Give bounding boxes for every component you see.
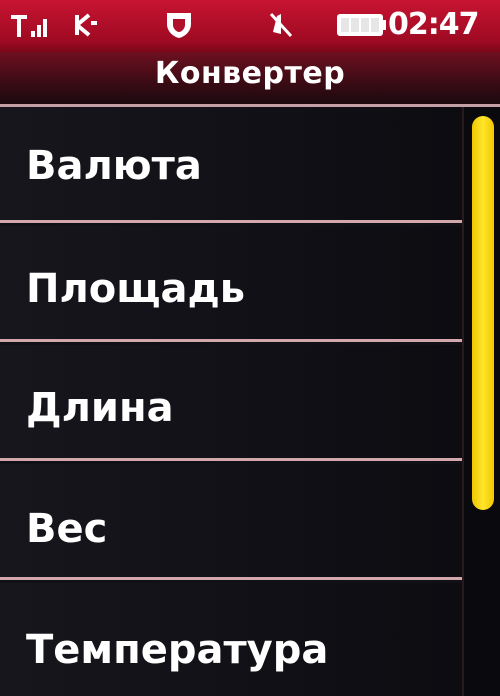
- status-bar: 02:47: [0, 0, 500, 52]
- clock: 02:47: [388, 7, 480, 42]
- page-title: Конвертер: [154, 56, 346, 91]
- converter-screen: 02:47 Конвертер Валюта Площадь Длина Вес…: [0, 0, 500, 696]
- converter-menu-list: Валюта Площадь Длина Вес Температура: [0, 107, 462, 696]
- menu-item-area[interactable]: Площадь: [0, 226, 462, 342]
- shield-icon: [162, 10, 196, 40]
- menu-item-length[interactable]: Длина: [0, 345, 462, 461]
- menu-item-label: Валюта: [26, 143, 202, 189]
- menu-item-label: Вес: [26, 506, 108, 552]
- battery-icon: [334, 10, 388, 40]
- menu-item-label: Температура: [26, 627, 329, 673]
- menu-item-temperature[interactable]: Температура: [0, 583, 462, 696]
- menu-item-label: Площадь: [26, 266, 246, 312]
- network-icon: [72, 10, 102, 40]
- menu-item-currency[interactable]: Валюта: [0, 107, 462, 223]
- scrollbar-thumb[interactable]: [472, 116, 494, 510]
- menu-item-label: Длина: [26, 385, 174, 431]
- mute-icon: [266, 10, 296, 40]
- signal-icon: [8, 10, 50, 40]
- menu-item-weight[interactable]: Вес: [0, 464, 462, 580]
